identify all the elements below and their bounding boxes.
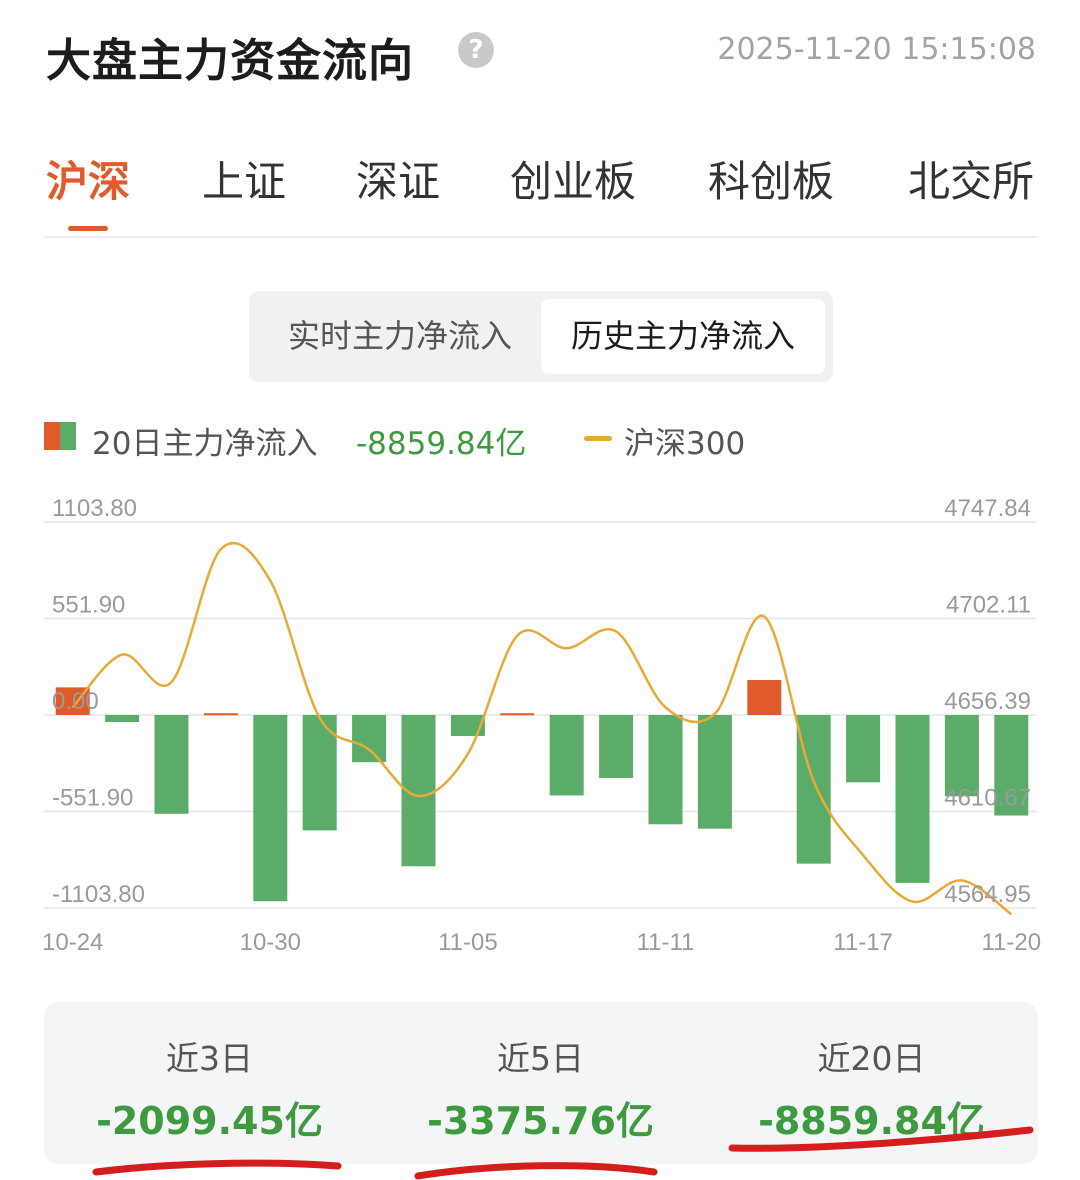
- x-axis-tick: 11-05: [438, 929, 498, 956]
- tab-hushen[interactable]: 沪深: [46, 148, 130, 209]
- flow-bar: [105, 715, 140, 722]
- flow-bar: [599, 715, 634, 778]
- flow-bar: [352, 715, 387, 763]
- x-axis-tick: 11-11: [637, 929, 695, 956]
- summary-panel: 近3日 -2099.45亿 近5日 -3375.76亿 近20日 -8859.8…: [44, 1002, 1038, 1164]
- right-axis-tick: 4747.84: [944, 495, 1031, 522]
- summary-5day: 近5日 -3375.76亿: [375, 1002, 706, 1164]
- flow-bar: [846, 715, 881, 783]
- line-legend-label: 沪深300: [624, 426, 746, 462]
- flow-bar: [895, 715, 930, 883]
- summary-5day-value: -3375.76亿: [427, 1099, 654, 1143]
- tab-chuangyeban[interactable]: 创业板: [510, 148, 636, 209]
- x-axis-tick: 11-17: [833, 929, 893, 956]
- tab-shangzheng[interactable]: 上证: [202, 148, 286, 209]
- summary-20day: 近20日 -8859.84亿: [706, 1002, 1037, 1164]
- bar-legend-value: -8859.84亿: [356, 426, 527, 462]
- summary-5day-label: 近5日: [497, 1039, 584, 1078]
- flow-bar: [648, 715, 683, 825]
- summary-3day-value: -2099.45亿: [96, 1099, 323, 1143]
- right-axis-tick: 4702.11: [946, 592, 1031, 619]
- x-axis-tick: 11-20: [981, 929, 1041, 956]
- x-axis-tick: 10-24: [42, 929, 103, 956]
- ink-underline-2: [414, 1162, 658, 1180]
- flow-bar: [549, 715, 584, 796]
- page-header: 大盘主力资金流向 ? 2025-11-20 15:15:08: [46, 20, 1036, 87]
- left-axis-tick: 0.00: [52, 688, 99, 715]
- realtime-inflow-button[interactable]: 实时主力净流入: [259, 299, 541, 374]
- left-axis-tick: -551.90: [52, 785, 133, 812]
- tab-kechuangban[interactable]: 科创板: [708, 148, 834, 209]
- right-axis-tick: 4656.39: [944, 688, 1031, 715]
- market-tabs: 沪深 上证 深证 创业板 科创板 北交所: [44, 148, 1038, 238]
- history-inflow-button[interactable]: 历史主力净流入: [541, 299, 825, 374]
- right-axis-tick: 4610.67: [944, 785, 1031, 812]
- flow-bar: [500, 713, 535, 716]
- summary-20day-label: 近20日: [817, 1039, 926, 1078]
- flow-bar: [697, 715, 732, 829]
- question-circle-icon[interactable]: ?: [458, 32, 494, 68]
- active-tab-indicator: [68, 226, 108, 231]
- tab-beijiaosuo[interactable]: 北交所: [908, 148, 1034, 209]
- flow-bar: [253, 715, 288, 902]
- flow-bar: [154, 715, 189, 814]
- bar-legend-swatch: [44, 422, 76, 450]
- flow-bar: [203, 713, 238, 716]
- left-axis-tick: 551.90: [52, 592, 125, 619]
- ink-underline-1: [92, 1159, 342, 1176]
- tab-shenzheng[interactable]: 深证: [356, 148, 440, 209]
- flow-bar: [747, 680, 782, 715]
- page-title: 大盘主力资金流向: [46, 34, 415, 87]
- summary-3day-label: 近3日: [166, 1039, 253, 1078]
- chart-legend: 20日主力净流入 -8859.84亿 沪深300: [44, 414, 1038, 464]
- flow-type-segment: 实时主力净流入 历史主力净流入: [249, 291, 833, 382]
- update-timestamp: 2025-11-20 15:15:08: [717, 32, 1036, 67]
- bar-legend-label: 20日主力净流入: [92, 426, 318, 462]
- money-flow-chart: 1103.80 551.90 0.00 -551.90 -1103.80 4747.84 4…: [42, 495, 1041, 956]
- left-axis-tick: 1103.80: [52, 495, 137, 522]
- x-axis-tick: 10-30: [240, 929, 301, 956]
- summary-3day: 近3日 -2099.45亿: [44, 1002, 375, 1164]
- right-axis-tick: 4564.95: [944, 881, 1031, 908]
- left-axis-tick: -1103.80: [52, 881, 145, 908]
- summary-20day-value: -8859.84亿: [758, 1099, 985, 1143]
- line-legend-swatch: [584, 436, 612, 441]
